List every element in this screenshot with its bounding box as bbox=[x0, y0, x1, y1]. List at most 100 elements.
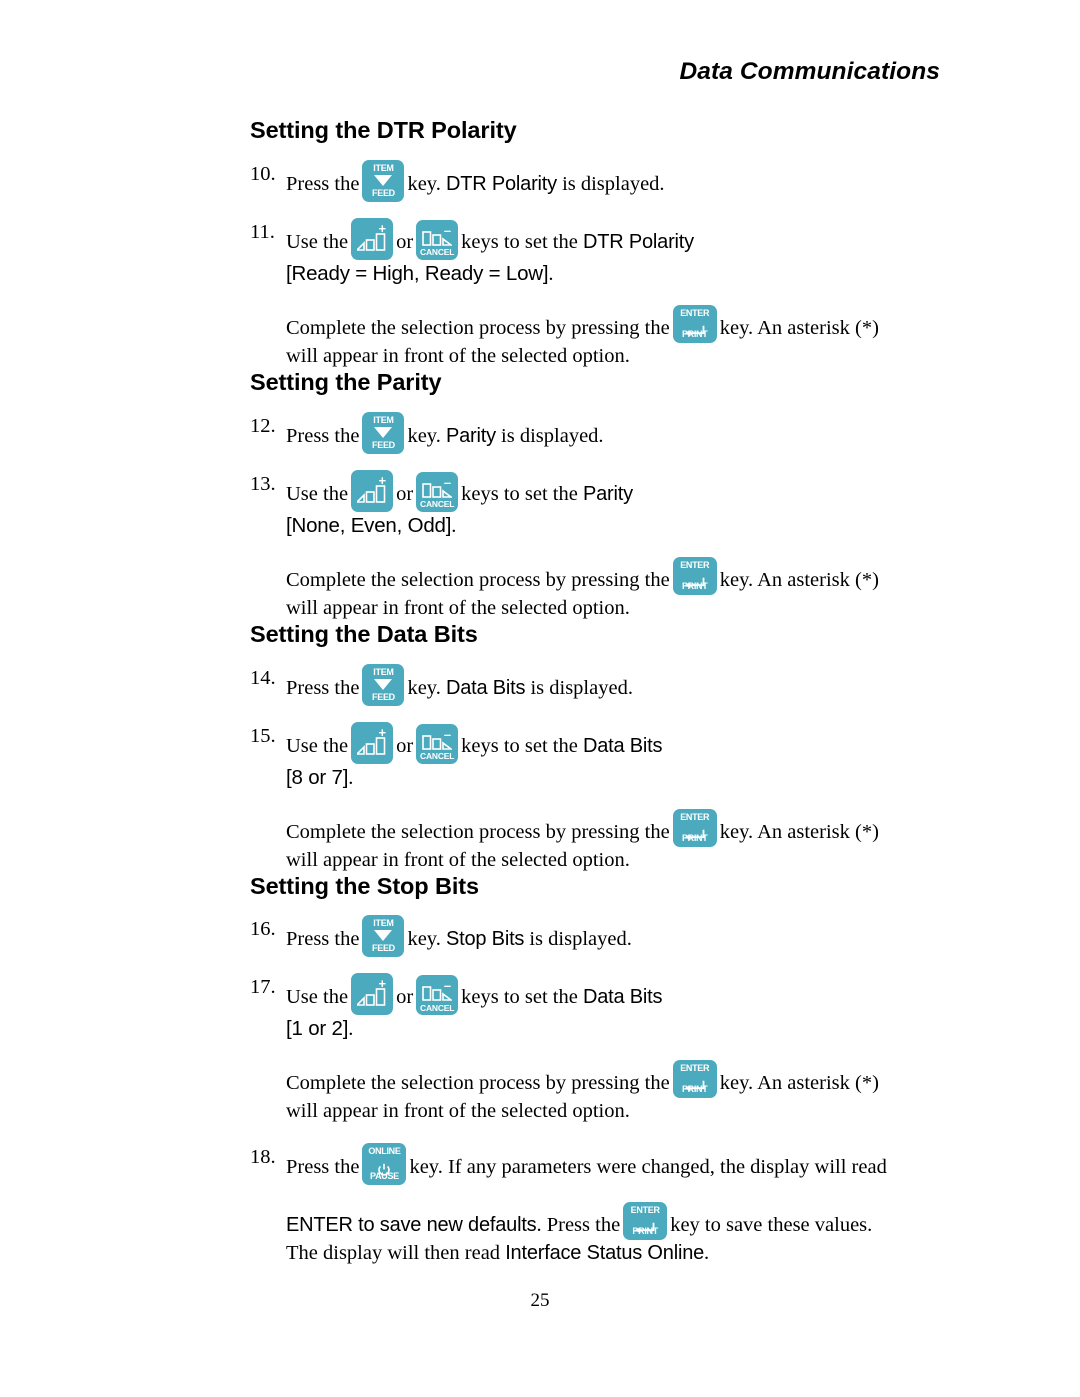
bars-descending-icon bbox=[422, 231, 453, 247]
completion-line2: will appear in front of the selected opt… bbox=[286, 848, 630, 871]
key-cancel[interactable]: – CANCEL bbox=[416, 723, 459, 764]
final-line3-period: . bbox=[704, 1242, 710, 1265]
page-content: Setting the DTR Polarity 10. Press the IT… bbox=[250, 117, 940, 1267]
power-icon bbox=[377, 1157, 391, 1176]
step-text-after: key. bbox=[407, 424, 441, 447]
key-label-top: ENTER bbox=[680, 1063, 710, 1074]
key-cancel[interactable]: – CANCEL bbox=[416, 975, 459, 1016]
key-cancel[interactable]: – CANCEL bbox=[416, 471, 459, 512]
lcd-display-value: DTR Polarity bbox=[445, 172, 557, 195]
bars-ascending-icon bbox=[357, 483, 387, 503]
completion-note-data-bits: Complete the selection process by pressi… bbox=[286, 808, 940, 874]
lcd-display-message: ENTER to save new defaults bbox=[286, 1214, 537, 1237]
step-text: Press the ITEM FEED key. Stop Bits is displ… bbox=[286, 915, 940, 958]
key-item-feed[interactable]: ITEM FEED bbox=[362, 915, 405, 958]
document-page: Data Communications Setting the DTR Pola… bbox=[0, 0, 1080, 1397]
bars-ascending-icon bbox=[357, 735, 387, 755]
options-list: [Ready = High, Ready = Low] bbox=[286, 261, 549, 285]
options-list: [8 or 7] bbox=[286, 765, 349, 789]
completion-line2: will appear in front of the selected opt… bbox=[286, 1100, 630, 1123]
key-label-bottom: CANCEL bbox=[420, 1002, 455, 1013]
lcd-display-message-2: Interface Status Online bbox=[505, 1242, 705, 1265]
key-item-feed[interactable]: ITEM FEED bbox=[362, 663, 405, 706]
key-label-top: ENTER bbox=[630, 1205, 660, 1216]
section-heading-dtr-polarity: Setting the DTR Polarity bbox=[250, 117, 517, 143]
step-15: 15. Use the + or – CANCEL keys to set the Dat… bbox=[250, 721, 940, 792]
completion-text-lead: Complete the selection process by pressi… bbox=[286, 568, 670, 591]
final-line3: The display will then read Interface Sta… bbox=[286, 1240, 940, 1267]
key-label-top: ITEM bbox=[373, 414, 394, 425]
step-text-lead: Press the bbox=[286, 424, 360, 447]
key-increment-plus[interactable]: + bbox=[351, 721, 394, 764]
step-text-tail: is displayed. bbox=[529, 928, 632, 951]
step-text: Press the ITEM FEED key. DTR Polarity is di… bbox=[286, 159, 940, 202]
key-label-top: ENTER bbox=[680, 307, 710, 318]
step-options-line: [None, Even, Odd]. bbox=[286, 512, 940, 540]
completion-note-stop-bits: Complete the selection process by pressi… bbox=[286, 1060, 940, 1125]
step-text-lead: Press the bbox=[286, 172, 360, 195]
completion-text-after: key. An asterisk (*) bbox=[719, 1072, 879, 1095]
step-text: Press the ITEM FEED key. Parity is displaye… bbox=[286, 411, 940, 454]
triangle-down-icon bbox=[374, 426, 393, 438]
key-online-pause[interactable]: ONLINE PAUSE bbox=[362, 1143, 407, 1186]
key-enter-print[interactable]: ENTER PRINT bbox=[672, 556, 717, 595]
key-label-bottom: CANCEL bbox=[420, 751, 455, 762]
key-label-bottom: FEED bbox=[372, 691, 395, 702]
step-text: Use the + or – CANCEL keys to set the DTR Pol… bbox=[286, 217, 940, 288]
completion-text-lead: Complete the selection process by pressi… bbox=[286, 820, 670, 843]
lcd-display-value: Parity bbox=[445, 424, 496, 447]
key-label-bottom: FEED bbox=[372, 187, 395, 198]
bars-descending-icon bbox=[422, 986, 453, 1002]
step-number: 10. bbox=[250, 162, 276, 185]
step-text-after: key. If any parameters were changed, the… bbox=[409, 1156, 887, 1179]
options-list: [None, Even, Odd] bbox=[286, 513, 452, 537]
section-heading-parity: Setting the Parity bbox=[250, 368, 442, 395]
completion-text-lead: Complete the selection process by pressi… bbox=[286, 1072, 670, 1095]
completion-text-after: key. An asterisk (*) bbox=[719, 568, 879, 591]
step-14: 14. Press the ITEM FEED key. Data Bits is d… bbox=[250, 663, 940, 706]
triangle-down-icon bbox=[374, 174, 393, 186]
triangle-down-icon bbox=[374, 678, 393, 690]
step-number: 11. bbox=[250, 220, 275, 243]
key-enter-print[interactable]: ENTER PRINT bbox=[623, 1202, 668, 1241]
completion-line2: will appear in front of the selected opt… bbox=[286, 344, 630, 367]
key-increment-plus[interactable]: + bbox=[351, 217, 394, 260]
step-number: 13. bbox=[250, 472, 276, 495]
key-label-bottom: PRINT bbox=[681, 328, 708, 339]
step-17: 17. Use the + or – CANCEL keys to set the Dat… bbox=[250, 973, 940, 1043]
step-text-after: keys to set the bbox=[461, 734, 578, 757]
step-text: Use the + or – CANCEL keys to set the Parity [… bbox=[286, 469, 940, 540]
key-enter-print[interactable]: ENTER PRINT bbox=[672, 808, 717, 847]
lcd-display-value: Stop Bits bbox=[445, 928, 525, 951]
step-text-between: or bbox=[396, 482, 414, 505]
step-text-tail: is displayed. bbox=[530, 676, 633, 699]
final-text-mid: . Press the bbox=[536, 1214, 621, 1237]
step-text: Press the ITEM FEED key. Data Bits is displ… bbox=[286, 663, 940, 706]
key-label-top: ENTER bbox=[680, 811, 710, 822]
bars-ascending-icon bbox=[357, 231, 387, 251]
key-enter-print[interactable]: ENTER PRINT bbox=[672, 304, 717, 343]
step-options-line: [1 or 2]. bbox=[286, 1015, 940, 1043]
step-text-after: key. bbox=[407, 928, 441, 951]
running-header: Data Communications bbox=[679, 58, 940, 85]
key-item-feed[interactable]: ITEM FEED bbox=[362, 159, 405, 202]
step-text-between: or bbox=[396, 734, 414, 757]
key-increment-plus[interactable]: + bbox=[351, 973, 394, 1016]
key-cancel[interactable]: – CANCEL bbox=[416, 219, 459, 260]
options-period: . bbox=[348, 1018, 354, 1041]
options-period: . bbox=[348, 766, 354, 789]
key-increment-plus[interactable]: + bbox=[351, 469, 394, 512]
key-enter-print[interactable]: ENTER PRINT bbox=[672, 1060, 717, 1099]
lcd-display-value: Data Bits bbox=[582, 986, 663, 1009]
step-number: 14. bbox=[250, 666, 276, 689]
final-line3-lead: The display will then read bbox=[286, 1242, 501, 1265]
triangle-down-icon bbox=[374, 930, 393, 942]
completion-text-after: key. An asterisk (*) bbox=[719, 316, 879, 339]
key-label-bottom: CANCEL bbox=[420, 499, 455, 510]
completion-text-after: key. An asterisk (*) bbox=[719, 820, 879, 843]
key-item-feed[interactable]: ITEM FEED bbox=[362, 411, 405, 454]
step-16: 16. Press the ITEM FEED key. Stop Bits is d… bbox=[250, 915, 940, 958]
return-arrow-icon bbox=[684, 822, 706, 840]
step-text-between: or bbox=[396, 986, 414, 1009]
page-number: 25 bbox=[530, 1290, 550, 1311]
